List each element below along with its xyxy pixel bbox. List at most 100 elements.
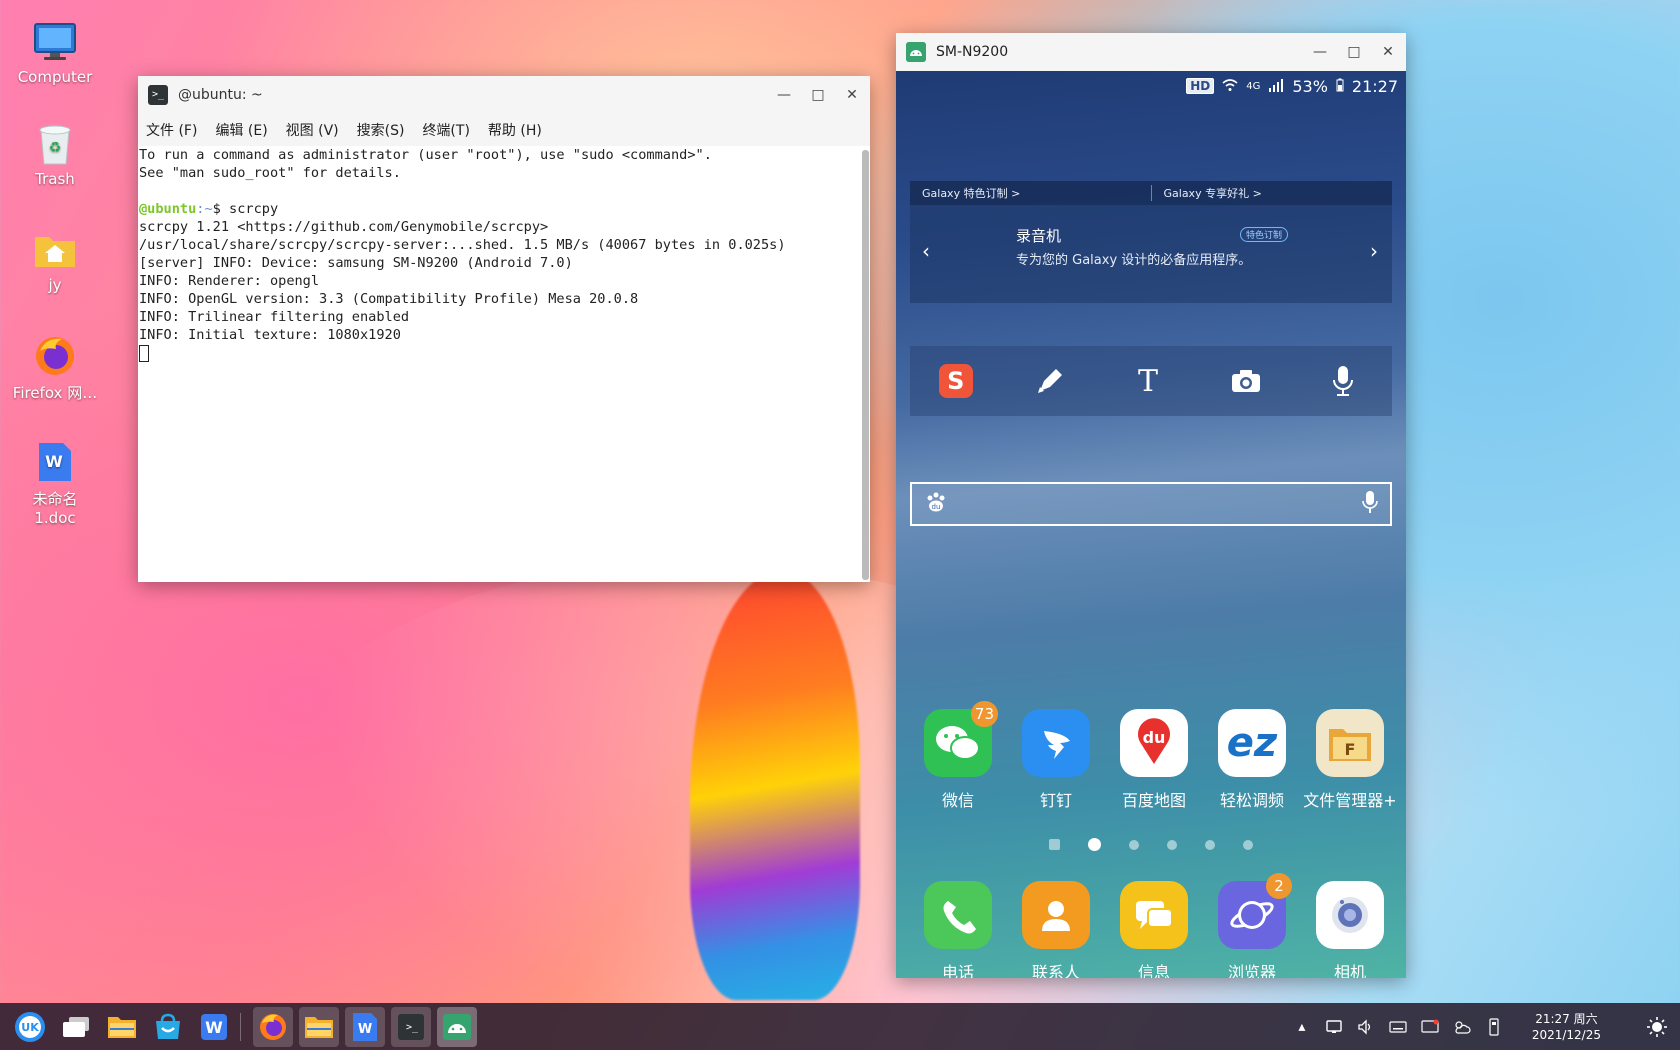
terminal-output[interactable]: To run a command as administrator (user … bbox=[138, 146, 860, 582]
phone-screen[interactable]: HD 4G 53% 21:27 Galaxy 特色订制 > Galaxy 专享好… bbox=[896, 71, 1406, 978]
app-baidu-map[interactable]: du 百度地图 bbox=[1106, 709, 1202, 811]
app-wechat[interactable]: 73 微信 bbox=[910, 701, 1006, 811]
app-label: 钉钉 bbox=[1039, 791, 1072, 810]
desktop-icon-firefox[interactable]: Firefox 网… bbox=[10, 334, 100, 403]
desktop-icon-trash[interactable]: ♻ Trash bbox=[10, 122, 100, 188]
chevron-right-icon[interactable]: › bbox=[1370, 239, 1378, 263]
galaxy-card-badge: 特色订制 bbox=[1240, 227, 1289, 242]
home-page-dot[interactable] bbox=[1049, 839, 1060, 850]
system-tray: ▴ 21:27 周六 2021/12/25 bbox=[1286, 1003, 1680, 1050]
app-label: 百度地图 bbox=[1121, 791, 1186, 810]
messages-icon bbox=[1120, 881, 1188, 949]
app-label: 联系人 bbox=[1031, 963, 1080, 978]
notes-toolbar-widget: S T bbox=[910, 346, 1392, 416]
galaxy-tab-custom[interactable]: Galaxy 特色订制 > bbox=[910, 185, 1151, 201]
app-label: 微信 bbox=[941, 791, 974, 810]
home-folder-icon bbox=[31, 228, 79, 272]
maximize-button[interactable]: □ bbox=[1346, 44, 1362, 60]
galaxy-card-desc: 专为您的 Galaxy 设计的必备应用程序。 bbox=[1016, 253, 1252, 268]
maximize-button[interactable]: □ bbox=[810, 87, 826, 103]
desktop-icon-home-folder[interactable]: jy bbox=[10, 228, 100, 294]
volume-icon[interactable] bbox=[1353, 1014, 1379, 1040]
minimize-button[interactable]: — bbox=[1312, 44, 1328, 60]
pen-icon[interactable] bbox=[1030, 361, 1070, 401]
voice-search-icon[interactable] bbox=[1362, 490, 1378, 518]
weather-icon[interactable] bbox=[1449, 1014, 1475, 1040]
text-icon[interactable]: T bbox=[1128, 361, 1168, 401]
terminal-scrollbar[interactable] bbox=[862, 150, 869, 580]
s-note-icon[interactable]: S bbox=[938, 364, 973, 398]
scrcpy-taskbar-icon[interactable] bbox=[437, 1006, 477, 1047]
app-label: 相机 bbox=[1333, 963, 1366, 978]
app-browser[interactable]: 2 浏览器 bbox=[1204, 873, 1300, 978]
app-contacts[interactable]: 联系人 bbox=[1008, 881, 1104, 978]
page-indicator bbox=[896, 838, 1406, 851]
minimize-button[interactable]: — bbox=[776, 87, 792, 103]
desktop-icon-document[interactable]: W 未命名 1.doc bbox=[10, 440, 100, 527]
software-store-icon[interactable] bbox=[148, 1007, 188, 1047]
galaxy-card-title: 录音机 bbox=[1016, 227, 1062, 245]
terminal-line: /usr/local/share/scrcpy/scrcpy-server:..… bbox=[139, 237, 786, 253]
app-file-manager[interactable]: F 文件管理器+ bbox=[1302, 709, 1398, 811]
svg-text:W: W bbox=[45, 452, 63, 471]
start-menu-button[interactable]: UK bbox=[10, 1007, 50, 1047]
prompt-user: @ubuntu bbox=[139, 201, 197, 217]
night-mode-icon[interactable] bbox=[1644, 1014, 1670, 1040]
camera-icon[interactable] bbox=[1226, 361, 1266, 401]
desktop-icon-computer[interactable]: Computer bbox=[10, 20, 100, 86]
terminal-titlebar[interactable]: >_ ​@ubuntu: ~ — □ ✕ bbox=[138, 76, 870, 114]
usb-device-icon[interactable] bbox=[1481, 1014, 1507, 1040]
app-dingtalk[interactable]: 钉钉 bbox=[1008, 709, 1104, 811]
prompt-command: $ scrcpy bbox=[212, 201, 279, 217]
unread-badge: 73 bbox=[970, 701, 998, 727]
menu-search[interactable]: 搜索(S) bbox=[357, 120, 405, 140]
close-button[interactable]: ✕ bbox=[1380, 44, 1396, 60]
page-dot[interactable] bbox=[1243, 839, 1253, 850]
scrcpy-window[interactable]: SM-N9200 — □ ✕ HD 4G 53% 21:27 Galaxy 特色… bbox=[896, 33, 1406, 978]
app-label: 轻松调频 bbox=[1219, 791, 1284, 810]
taskbar-clock[interactable]: 21:27 周六 2021/12/25 bbox=[1532, 1011, 1601, 1043]
android-icon bbox=[906, 42, 926, 62]
microphone-icon[interactable] bbox=[1323, 361, 1363, 401]
terminal-window[interactable]: >_ ​@ubuntu: ~ — □ ✕ 文件 (F) 编辑 (E) 视图 (V… bbox=[138, 76, 870, 582]
app-messages[interactable]: 信息 bbox=[1106, 881, 1202, 978]
terminal-prompt-line: @ubuntu:~$ scrcpy bbox=[139, 200, 860, 218]
page-dot[interactable] bbox=[1167, 839, 1177, 850]
menu-edit[interactable]: 编辑 (E) bbox=[215, 120, 267, 140]
desktop-icon-label: jy bbox=[48, 276, 62, 294]
menu-help[interactable]: 帮助 (H) bbox=[488, 120, 542, 140]
scrcpy-titlebar[interactable]: SM-N9200 — □ ✕ bbox=[896, 33, 1406, 71]
multitask-view-button[interactable] bbox=[56, 1007, 96, 1047]
document-icon: W bbox=[31, 440, 79, 484]
menu-view[interactable]: 视图 (V) bbox=[286, 120, 339, 140]
keyboard-icon[interactable] bbox=[1385, 1014, 1411, 1040]
menu-file[interactable]: 文件 (F) bbox=[146, 120, 197, 140]
files-taskbar-icon[interactable] bbox=[299, 1006, 339, 1047]
menu-terminal[interactable]: 终端(T) bbox=[422, 120, 469, 140]
app-phone[interactable]: 电话 bbox=[910, 881, 1006, 978]
page-dot-active[interactable] bbox=[1088, 838, 1101, 851]
app-label: 电话 bbox=[941, 963, 974, 978]
close-button[interactable]: ✕ bbox=[844, 87, 860, 103]
terminal-taskbar-icon[interactable]: >_ bbox=[391, 1006, 431, 1047]
wps-writer-icon[interactable]: W bbox=[194, 1007, 234, 1047]
page-dot[interactable] bbox=[1129, 839, 1139, 850]
app-fm-radio[interactable]: ez 轻松调频 bbox=[1204, 709, 1300, 811]
wps-taskbar-icon[interactable]: W bbox=[345, 1006, 385, 1047]
file-manager-taskbar-icon[interactable] bbox=[102, 1007, 142, 1047]
galaxy-widget[interactable]: Galaxy 特色订制 > Galaxy 专享好礼 > ‹ 录音机 特色订制 专… bbox=[910, 181, 1392, 303]
baidu-search-bar[interactable]: du bbox=[910, 482, 1392, 526]
app-camera[interactable]: 相机 bbox=[1302, 881, 1398, 978]
firefox-taskbar-icon[interactable] bbox=[253, 1006, 293, 1047]
network-icon[interactable] bbox=[1321, 1014, 1347, 1040]
notification-icon[interactable] bbox=[1417, 1014, 1443, 1040]
clock-date: 2021/12/25 bbox=[1531, 1027, 1601, 1042]
camera-app-icon bbox=[1316, 881, 1384, 949]
galaxy-tab-gifts[interactable]: Galaxy 专享好礼 > bbox=[1150, 185, 1393, 201]
tray-expand-icon[interactable]: ▴ bbox=[1289, 1014, 1315, 1040]
terminal-cursor-line bbox=[139, 344, 860, 362]
dingtalk-icon bbox=[1022, 709, 1090, 777]
desktop-icon-label: Computer bbox=[17, 68, 93, 86]
page-dot[interactable] bbox=[1205, 839, 1215, 850]
chevron-left-icon[interactable]: ‹ bbox=[922, 239, 930, 263]
